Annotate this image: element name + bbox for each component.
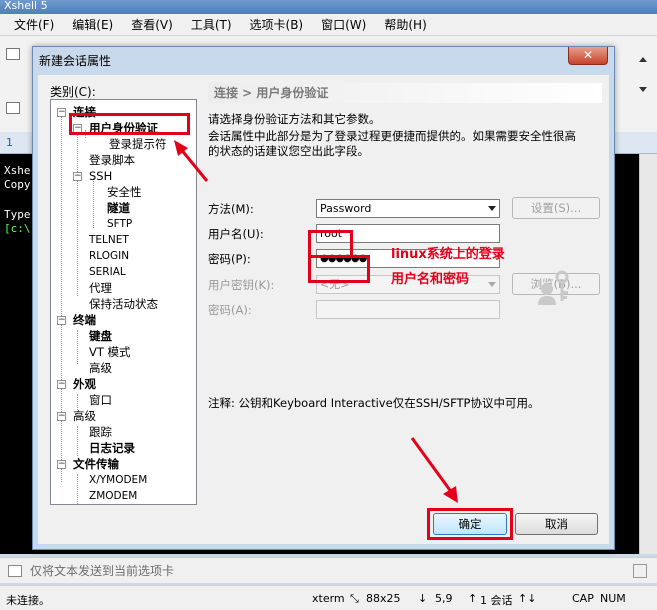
chevron-down-icon	[488, 206, 496, 211]
tree-item-advanced[interactable]: 高级	[73, 409, 96, 423]
collapse-icon[interactable]: −	[57, 460, 66, 469]
password-label: 密码(P):	[208, 252, 251, 266]
tree-item-sftp[interactable]: SFTP	[107, 217, 132, 231]
tree-item-xymodem[interactable]: X/YMODEM	[89, 473, 147, 487]
chevron-up-icon[interactable]	[639, 56, 647, 62]
close-button[interactable]: ✕	[568, 47, 608, 65]
description-line: 请选择身份验证方法和其它参数。	[208, 112, 381, 126]
method-select[interactable]: Password	[316, 199, 500, 218]
new-session-icon[interactable]	[6, 48, 20, 60]
tree-item-keyboard[interactable]: 键盘	[89, 329, 112, 343]
section-header: 连接 > 用户身份验证	[208, 83, 602, 103]
annotation-text: linux系统上的登录	[391, 247, 505, 262]
status-connection: 未连接。	[6, 594, 50, 607]
terminal-line: Copy	[4, 178, 31, 191]
tree-item-trace[interactable]: 跟踪	[89, 425, 112, 439]
note-text: 注释: 公钥和Keyboard Interactive仅在SSH/SFTP协议中…	[208, 396, 540, 410]
tree-item-rlogin[interactable]: RLOGIN	[89, 249, 129, 263]
chevron-down-icon	[488, 282, 496, 287]
annotation-box-auth	[69, 113, 190, 135]
collapse-icon[interactable]: −	[73, 172, 82, 181]
menu-tools[interactable]: 工具(T)	[191, 16, 232, 33]
tree-item-serial[interactable]: SERIAL	[89, 265, 126, 279]
send-bar: 仅将文本发送到当前选项卡	[0, 557, 657, 583]
settings-button[interactable]: 设置(S)...	[512, 197, 600, 219]
menu-window[interactable]: 窗口(W)	[321, 16, 366, 33]
dialog-title: 新建会话属性	[39, 54, 112, 68]
annotation-box-username	[308, 230, 353, 258]
method-value: Password	[320, 202, 372, 215]
resize-icon: ⤡	[350, 592, 359, 605]
send-icon[interactable]	[8, 564, 22, 577]
status-num: NUM	[600, 592, 626, 605]
terminal-line: Type	[4, 208, 31, 221]
tree-item-zmodem[interactable]: ZMODEM	[89, 489, 137, 503]
tree-item-ssh[interactable]: SSH	[89, 169, 112, 183]
username-label: 用户名(U):	[208, 227, 264, 241]
description-line: 的状态的话建议您空出此字段。	[208, 144, 369, 158]
tree-item-appearance[interactable]: 外观	[73, 377, 96, 391]
tree-item-telnet[interactable]: TELNET	[89, 233, 129, 247]
terminal-scrollbar[interactable]	[639, 154, 657, 554]
user-key-icon	[538, 270, 569, 305]
session-tab[interactable]: 1	[6, 136, 20, 150]
send-input[interactable]: 仅将文本发送到当前选项卡	[30, 562, 174, 579]
tree-item-logging[interactable]: 日志记录	[89, 441, 135, 455]
app-title: Xshell 5	[4, 0, 48, 12]
category-label: 类别(C):	[50, 85, 96, 99]
dialog-body: 类别(C): − 连接 − 用户身份验证 登录提示符 登录脚本 − SSH 安全…	[38, 75, 609, 544]
tree-item-login-prompt[interactable]: 登录提示符	[109, 137, 167, 151]
tree-item-vt-mode[interactable]: VT 模式	[89, 345, 131, 359]
menu-help[interactable]: 帮助(H)	[384, 16, 426, 33]
status-bar: 未连接。 xterm ⤡ 88x25 ↓ 5,9 ↑ 1 会话 ↑↓ CAP N…	[0, 585, 657, 610]
session-properties-dialog: 新建会话属性 ✕ 类别(C): − 连接 − 用户身份验证 登录提示符 登录脚本…	[32, 46, 615, 550]
tree-item-tunnel[interactable]: 隧道	[107, 201, 130, 215]
status-pos: 5,9	[435, 592, 453, 605]
menu-file[interactable]: 文件(F)	[14, 16, 54, 33]
passphrase-input[interactable]	[316, 300, 500, 319]
cursor-icon: ↓	[418, 592, 428, 605]
cancel-button[interactable]: 取消	[515, 513, 598, 535]
sessions-icon: ↑	[468, 592, 478, 605]
toolbar-scroll[interactable]	[635, 44, 651, 104]
tree-item-file-transfer[interactable]: 文件传输	[73, 457, 119, 471]
userkey-label: 用户密钥(K):	[208, 278, 275, 292]
tree-item-security[interactable]: 安全性	[107, 185, 142, 199]
tree-item-login-script[interactable]: 登录脚本	[89, 153, 135, 167]
status-arrows-icon: ↑↓	[518, 592, 537, 605]
menu-icon[interactable]	[633, 564, 647, 578]
collapse-icon[interactable]: −	[57, 316, 66, 325]
chevron-down-icon[interactable]	[639, 86, 647, 92]
annotation-box-password	[308, 255, 370, 283]
collapse-icon[interactable]: −	[57, 108, 66, 117]
method-label: 方法(M):	[208, 202, 254, 216]
tree-item-window[interactable]: 窗口	[89, 393, 112, 407]
category-tree[interactable]: − 连接 − 用户身份验证 登录提示符 登录脚本 − SSH 安全性 隧道 SF…	[50, 99, 197, 505]
collapse-icon[interactable]: −	[57, 412, 66, 421]
terminal-line: Xshe	[4, 164, 31, 177]
tree-item-keepalive[interactable]: 保持活动状态	[89, 297, 158, 311]
address-bar-icon[interactable]	[6, 102, 20, 114]
passphrase-label: 密码(A):	[208, 303, 252, 317]
status-size: 88x25	[366, 592, 401, 605]
tree-item-terminal-advanced[interactable]: 高级	[89, 361, 112, 375]
annotation-box-ok	[427, 508, 513, 540]
description-line: 会话属性中此部分是为了登录过程更便捷而提供的。如果需要安全性很高	[208, 129, 576, 143]
menu-view[interactable]: 查看(V)	[131, 16, 173, 33]
collapse-icon[interactable]: −	[57, 380, 66, 389]
menubar: 文件(F) 编辑(E) 查看(V) 工具(T) 选项卡(B) 窗口(W) 帮助(…	[0, 14, 657, 36]
menu-tabs[interactable]: 选项卡(B)	[250, 16, 304, 33]
status-sessions: 1 会话	[480, 594, 513, 607]
menu-edit[interactable]: 编辑(E)	[72, 16, 113, 33]
annotation-text: 用户名和密码	[391, 272, 470, 287]
status-caps: CAP	[572, 592, 594, 605]
terminal-prompt: [c:\	[4, 222, 31, 235]
tree-item-proxy[interactable]: 代理	[89, 281, 112, 295]
app-titlebar: Xshell 5	[0, 0, 657, 14]
tree-item-terminal[interactable]: 终端	[73, 313, 96, 327]
status-term: xterm	[312, 592, 345, 605]
